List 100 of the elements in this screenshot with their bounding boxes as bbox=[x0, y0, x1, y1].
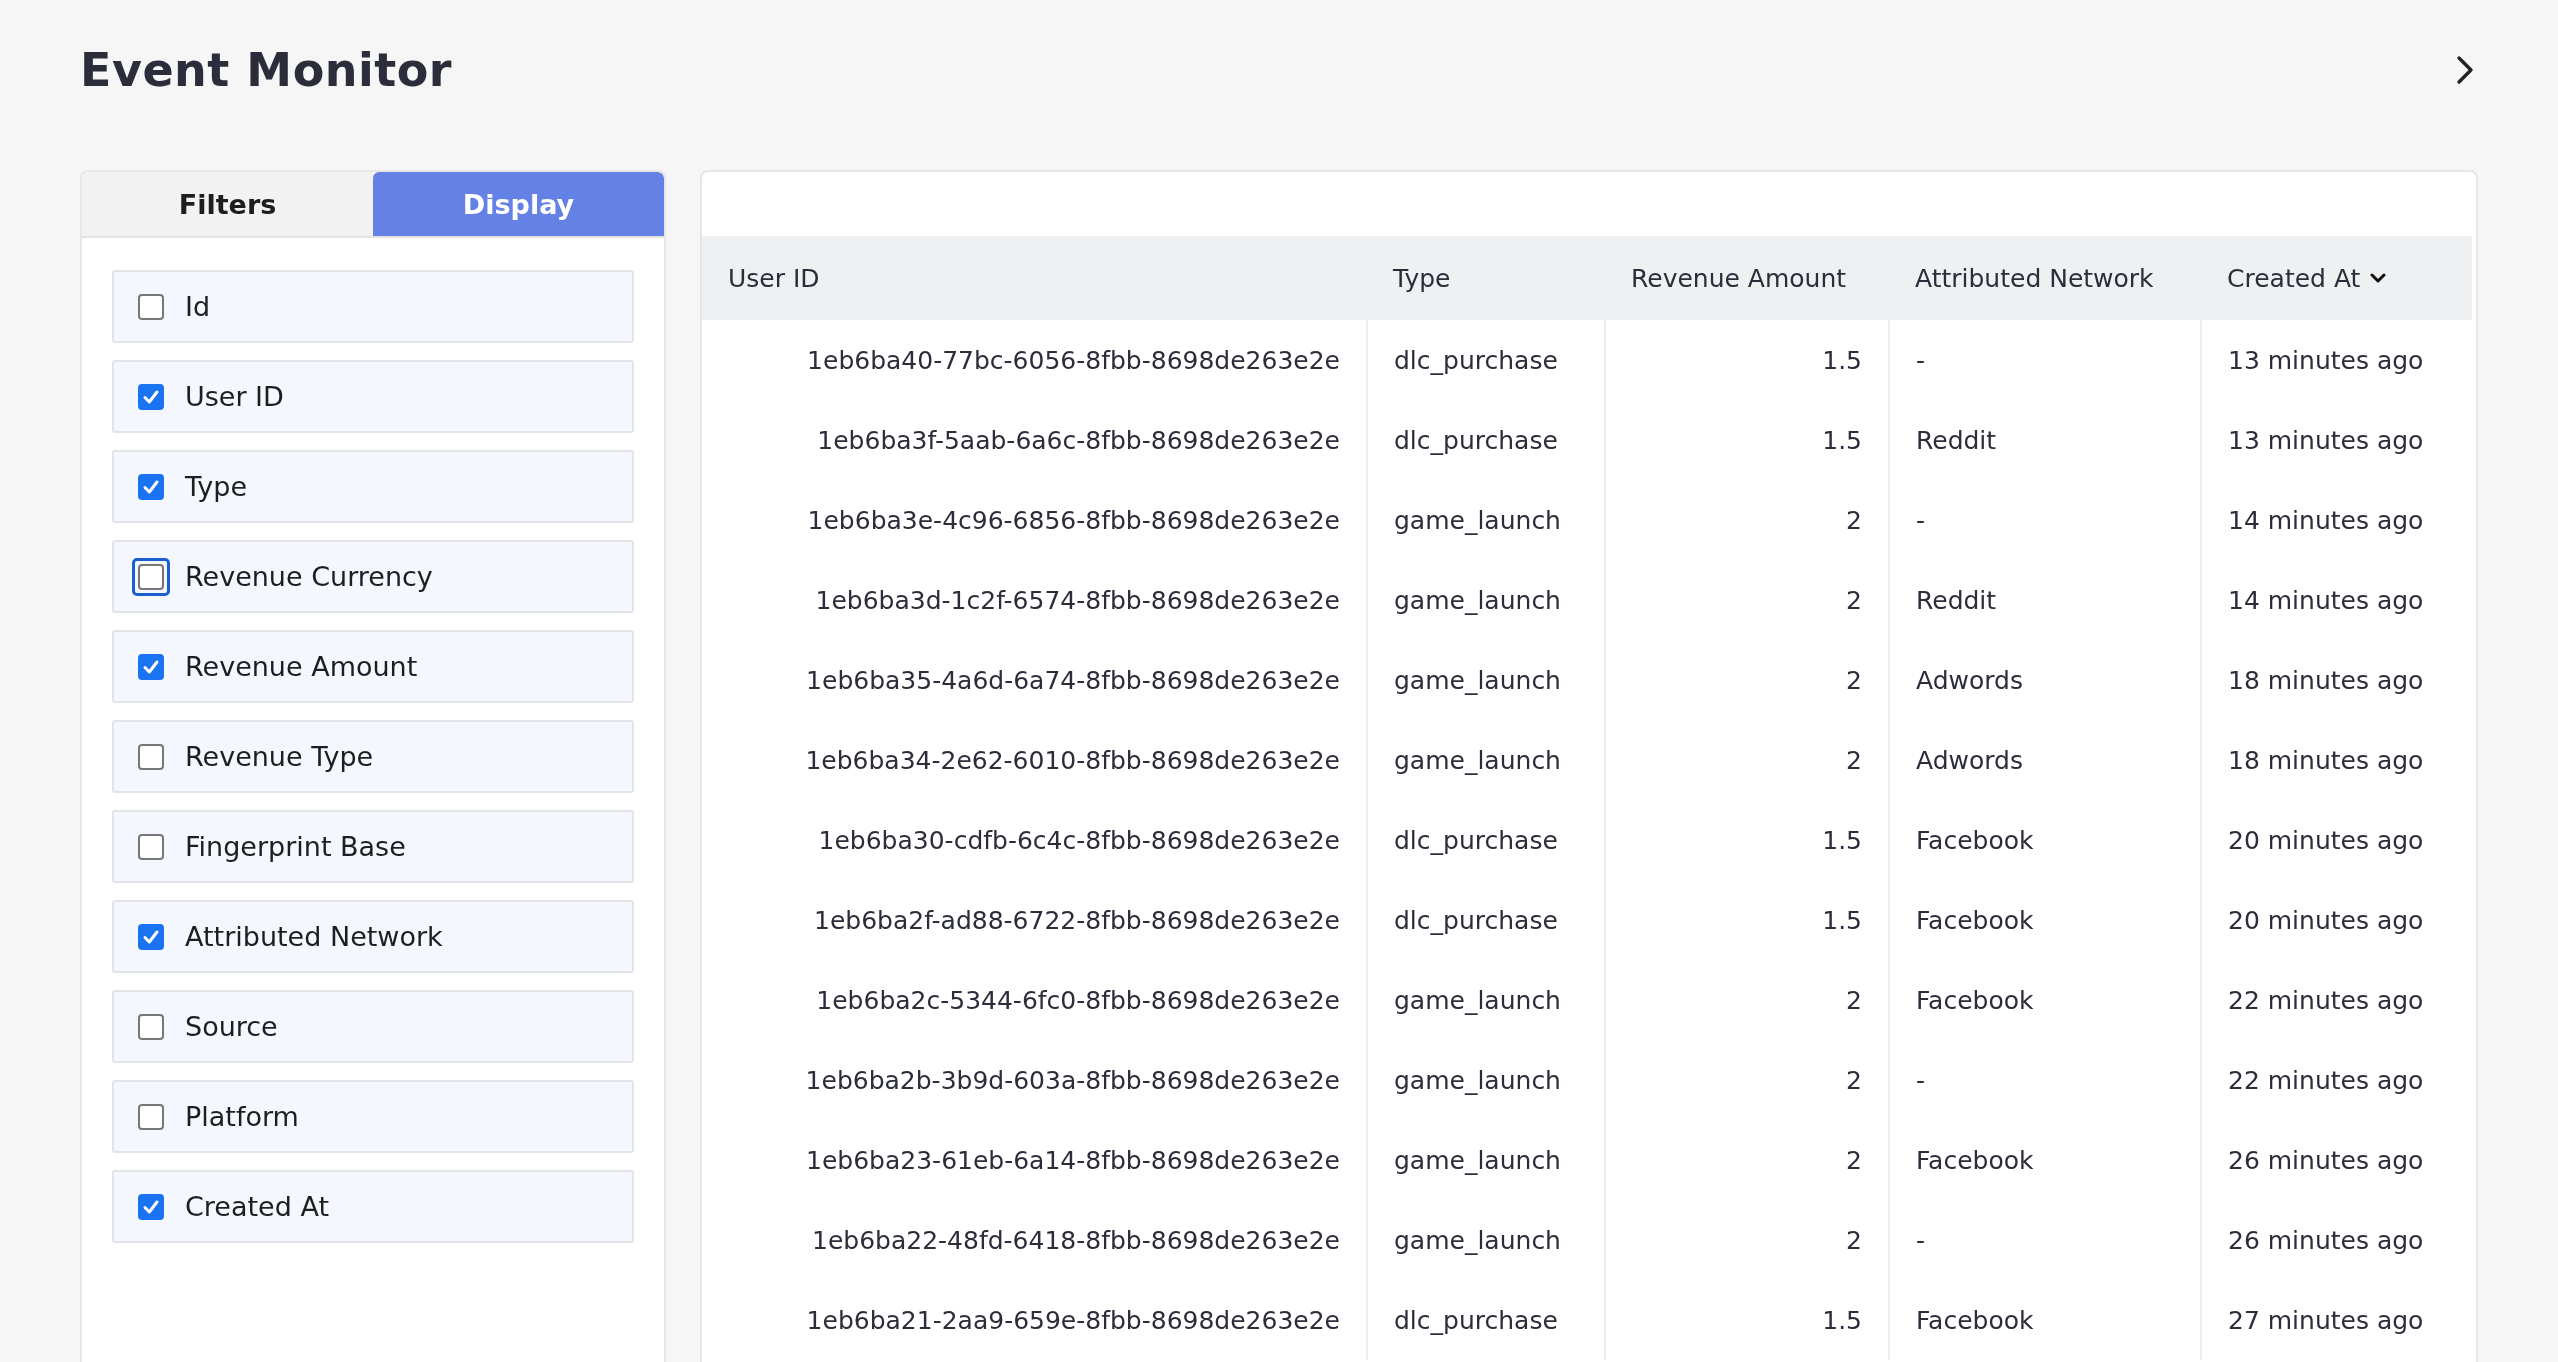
table-cell: 2 bbox=[1605, 1040, 1889, 1120]
option-label: Attributed Network bbox=[185, 921, 443, 952]
table-cell: Reddit bbox=[1889, 400, 2201, 480]
column-header[interactable]: Type bbox=[1367, 236, 1605, 320]
table-cell: 2 bbox=[1605, 1120, 1889, 1200]
table-cell: 1eb6ba23-61eb-6a14-8fbb-8698de263e2e bbox=[702, 1120, 1367, 1200]
table-cell: 1.5 bbox=[1605, 1280, 1889, 1360]
table-cell: 1.5 bbox=[1605, 880, 1889, 960]
table-cell: 20 minutes ago bbox=[2201, 800, 2472, 880]
table-cell: - bbox=[1889, 1040, 2201, 1120]
table-cell: 2 bbox=[1605, 720, 1889, 800]
table-cell: Facebook bbox=[1889, 800, 2201, 880]
table-cell: - bbox=[1889, 320, 2201, 400]
table-cell: game_launch bbox=[1367, 480, 1605, 560]
column-header[interactable]: User ID bbox=[702, 236, 1367, 320]
table-cell: 1.5 bbox=[1605, 320, 1889, 400]
tab[interactable]: Display bbox=[373, 172, 664, 236]
table-cell: Adwords bbox=[1889, 720, 2201, 800]
table-cell: 2 bbox=[1605, 480, 1889, 560]
table-cell: Facebook bbox=[1889, 1120, 2201, 1200]
checkbox[interactable] bbox=[138, 563, 164, 590]
table-cell: Facebook bbox=[1889, 1280, 2201, 1360]
table-cell: 2 bbox=[1605, 640, 1889, 720]
option-label: Revenue Type bbox=[185, 741, 374, 772]
checkbox[interactable] bbox=[138, 743, 164, 770]
table-cell: game_launch bbox=[1367, 560, 1605, 640]
checkbox[interactable] bbox=[138, 473, 164, 500]
option-label: Platform bbox=[185, 1101, 299, 1132]
checkbox[interactable] bbox=[138, 293, 164, 320]
table-cell: dlc_purchase bbox=[1367, 800, 1605, 880]
table-cell: 27 minutes ago bbox=[2201, 1280, 2472, 1360]
table-cell: 1eb6ba2f-ad88-6722-8fbb-8698de263e2e bbox=[702, 880, 1367, 960]
column-header[interactable]: Created At bbox=[2201, 236, 2472, 320]
table-cell: dlc_purchase bbox=[1367, 1280, 1605, 1360]
option-label: Id bbox=[185, 291, 211, 322]
checkbox[interactable] bbox=[138, 833, 164, 860]
table-cell: game_launch bbox=[1367, 720, 1605, 800]
column-option[interactable]: Revenue Type bbox=[112, 720, 634, 793]
table-cell: dlc_purchase bbox=[1367, 320, 1605, 400]
table-cell: 18 minutes ago bbox=[2201, 720, 2472, 800]
table-cell: Adwords bbox=[1889, 640, 2201, 720]
table-cell: 1eb6ba21-2aa9-659e-8fbb-8698de263e2e bbox=[702, 1280, 1367, 1360]
column-option[interactable]: Source bbox=[112, 990, 634, 1063]
table-cell: 22 minutes ago bbox=[2201, 960, 2472, 1040]
table-cell: game_launch bbox=[1367, 1120, 1605, 1200]
checkbox[interactable] bbox=[138, 383, 164, 410]
column-option[interactable]: Fingerprint Base bbox=[112, 810, 634, 883]
option-label: Type bbox=[185, 471, 247, 502]
option-label: Created At bbox=[185, 1191, 330, 1222]
table-cell: 18 minutes ago bbox=[2201, 640, 2472, 720]
checkbox[interactable] bbox=[138, 1013, 164, 1040]
table-cell: game_launch bbox=[1367, 1200, 1605, 1280]
table-cell: 26 minutes ago bbox=[2201, 1200, 2472, 1280]
column-option[interactable]: User ID bbox=[112, 360, 634, 433]
checkbox[interactable] bbox=[138, 923, 164, 950]
checkbox[interactable] bbox=[138, 1193, 164, 1220]
table-cell: 1eb6ba30-cdfb-6c4c-8fbb-8698de263e2e bbox=[702, 800, 1367, 880]
column-option[interactable]: Created At bbox=[112, 1170, 634, 1243]
column-header[interactable]: Attributed Network bbox=[1889, 236, 2201, 320]
table-cell: 1eb6ba40-77bc-6056-8fbb-8698de263e2e bbox=[702, 320, 1367, 400]
table-cell: game_launch bbox=[1367, 640, 1605, 720]
column-option[interactable]: Platform bbox=[112, 1080, 634, 1153]
checkbox[interactable] bbox=[138, 653, 164, 680]
table-cell: Facebook bbox=[1889, 960, 2201, 1040]
table-cell: 14 minutes ago bbox=[2201, 560, 2472, 640]
column-option[interactable]: Revenue Amount bbox=[112, 630, 634, 703]
option-label: User ID bbox=[185, 381, 284, 412]
option-label: Revenue Amount bbox=[185, 651, 418, 682]
table-cell: 1eb6ba34-2e62-6010-8fbb-8698de263e2e bbox=[702, 720, 1367, 800]
tab[interactable]: Filters bbox=[82, 172, 373, 236]
checkbox[interactable] bbox=[138, 1103, 164, 1130]
column-header[interactable]: Revenue Amount bbox=[1605, 236, 1889, 320]
table-cell: Facebook bbox=[1889, 880, 2201, 960]
table-cell: 1eb6ba2b-3b9d-603a-8fbb-8698de263e2e bbox=[702, 1040, 1367, 1120]
table-cell: - bbox=[1889, 480, 2201, 560]
table-cell: - bbox=[1889, 1200, 2201, 1280]
column-option[interactable]: Revenue Currency bbox=[112, 540, 634, 613]
column-option[interactable]: Attributed Network bbox=[112, 900, 634, 973]
option-label: Source bbox=[185, 1011, 278, 1042]
table-cell: dlc_purchase bbox=[1367, 400, 1605, 480]
chevron-right-icon[interactable] bbox=[2455, 54, 2475, 86]
column-option[interactable]: Type bbox=[112, 450, 634, 523]
table-cell: 26 minutes ago bbox=[2201, 1120, 2472, 1200]
table-cell: 2 bbox=[1605, 1200, 1889, 1280]
table-cell: 1eb6ba3f-5aab-6a6c-8fbb-8698de263e2e bbox=[702, 400, 1367, 480]
table-cell: 2 bbox=[1605, 560, 1889, 640]
option-label: Fingerprint Base bbox=[185, 831, 406, 862]
table-cell: 13 minutes ago bbox=[2201, 400, 2472, 480]
table-cell: 22 minutes ago bbox=[2201, 1040, 2472, 1120]
table-cell: 14 minutes ago bbox=[2201, 480, 2472, 560]
column-option[interactable]: Id bbox=[112, 270, 634, 343]
table-cell: 1eb6ba3d-1c2f-6574-8fbb-8698de263e2e bbox=[702, 560, 1367, 640]
table-cell: 20 minutes ago bbox=[2201, 880, 2472, 960]
table-cell: 13 minutes ago bbox=[2201, 320, 2472, 400]
table-cell: 2 bbox=[1605, 960, 1889, 1040]
table-cell: 1eb6ba22-48fd-6418-8fbb-8698de263e2e bbox=[702, 1200, 1367, 1280]
table-cell: 1.5 bbox=[1605, 400, 1889, 480]
table-cell: game_launch bbox=[1367, 1040, 1605, 1120]
option-label: Revenue Currency bbox=[185, 561, 433, 592]
table-cell: 1eb6ba2c-5344-6fc0-8fbb-8698de263e2e bbox=[702, 960, 1367, 1040]
